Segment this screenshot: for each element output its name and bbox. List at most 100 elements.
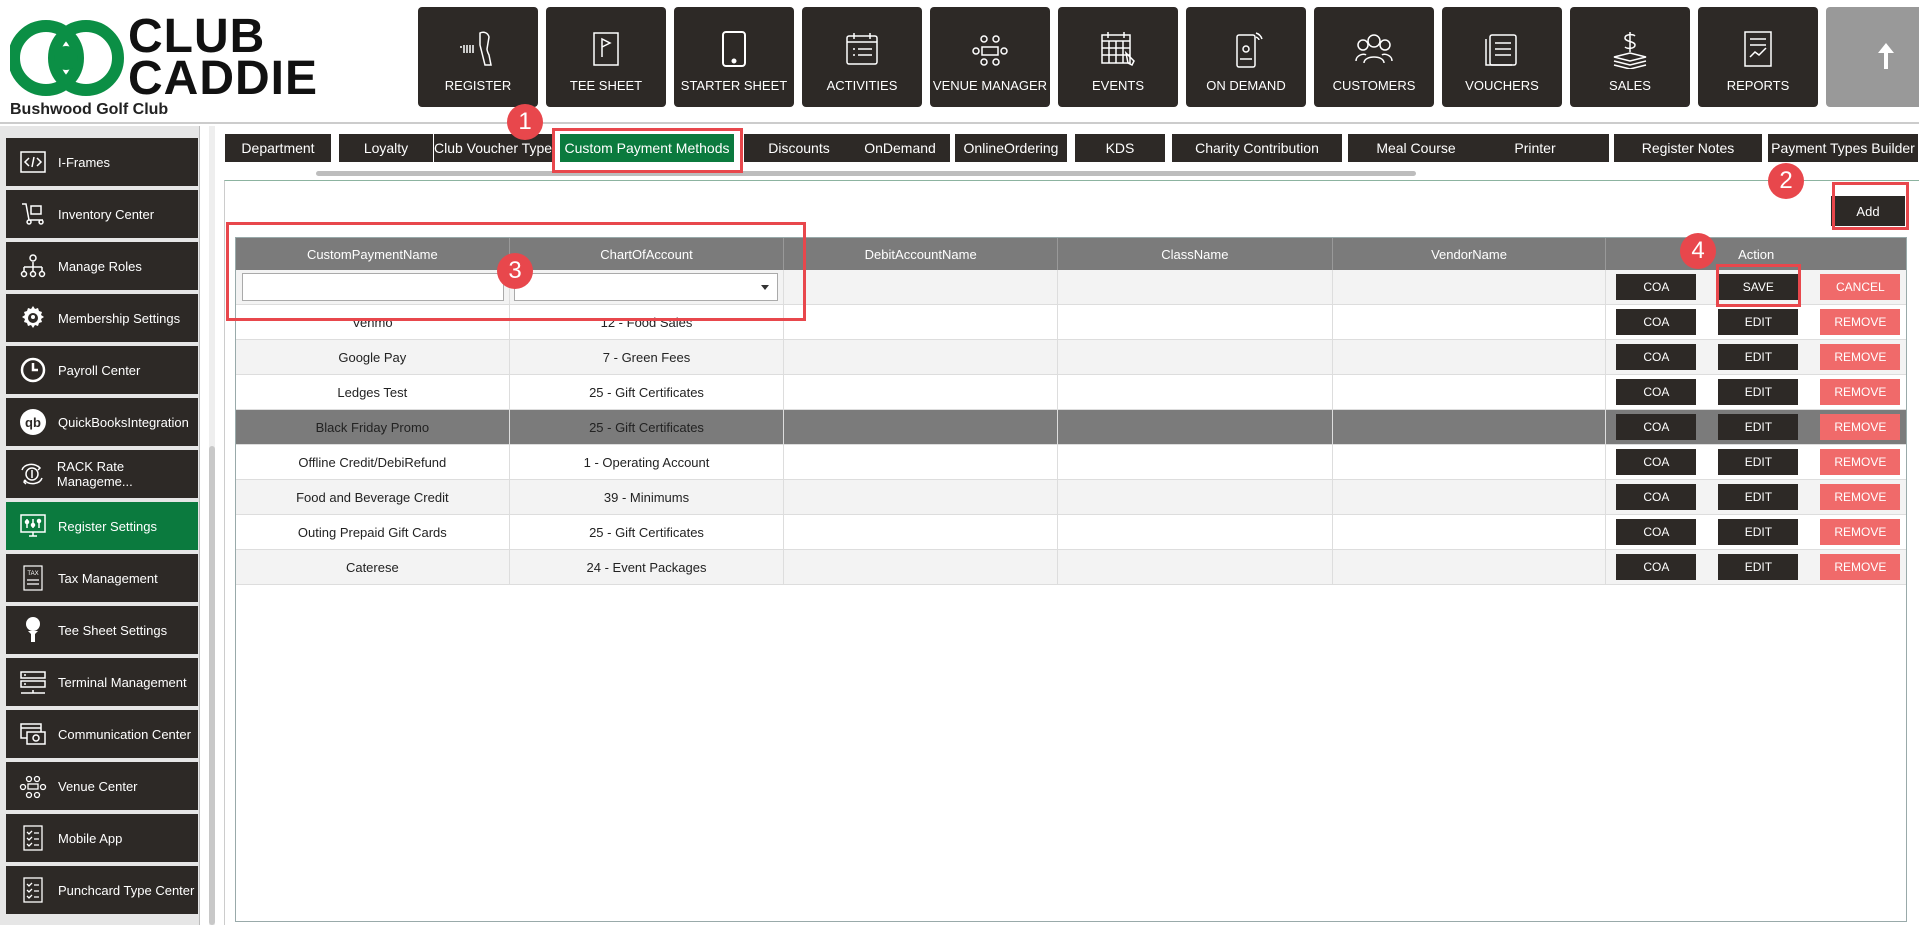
coa-button[interactable]: COA <box>1616 414 1697 440</box>
table-row[interactable]: Venmo 12 - Food Sales COA EDIT REMOVE <box>236 305 1906 340</box>
svg-text:qb: qb <box>25 415 41 430</box>
vendor-name-cell <box>1333 305 1607 339</box>
remove-button[interactable]: REMOVE <box>1820 309 1901 335</box>
sidebar-scrollbar[interactable] <box>209 446 215 925</box>
nav-sales-button[interactable]: SALES <box>1570 7 1690 107</box>
edit-button[interactable]: EDIT <box>1718 519 1799 545</box>
club-caddie-logo[interactable]: CLUB CADDIE <box>10 13 320 104</box>
edit-button[interactable]: EDIT <box>1718 309 1799 335</box>
remove-button[interactable]: REMOVE <box>1820 449 1901 475</box>
table-row[interactable]: Google Pay 7 - Green Fees COA EDIT REMOV… <box>236 340 1906 375</box>
coa-button[interactable]: COA <box>1616 554 1697 580</box>
coa-button[interactable]: COA <box>1616 484 1697 510</box>
table-row[interactable]: Food and Beverage Credit 39 - Minimums C… <box>236 480 1906 515</box>
nav-events-button[interactable]: EVENTS <box>1058 7 1178 107</box>
remove-button[interactable]: REMOVE <box>1820 379 1901 405</box>
nav-activities-button[interactable]: ACTIVITIES <box>802 7 922 107</box>
chart-of-account-select[interactable] <box>513 273 778 301</box>
tab-charity-contribution[interactable]: Charity Contribution <box>1172 134 1342 162</box>
remove-button[interactable]: REMOVE <box>1820 519 1901 545</box>
new-payment-row: COA SAVE CANCEL <box>236 270 1906 305</box>
column-header[interactable]: VendorName <box>1333 238 1607 270</box>
class-name-cell <box>1058 550 1333 584</box>
sidebar-item-iframes[interactable]: I-Frames <box>6 138 198 188</box>
coa-button[interactable]: COA <box>1616 379 1697 405</box>
nav-reports-button[interactable]: REPORTS <box>1698 7 1818 107</box>
edit-button[interactable]: EDIT <box>1718 484 1799 510</box>
edit-button[interactable]: EDIT <box>1718 414 1799 440</box>
custom-payment-name-input[interactable] <box>242 273 504 301</box>
vouchers-icon <box>1485 34 1517 66</box>
tab-department[interactable]: Department <box>225 134 331 162</box>
coa-button[interactable]: COA <box>1616 519 1697 545</box>
nav-vouchers-button[interactable]: VOUCHERS <box>1442 7 1562 107</box>
tab-loyalty[interactable]: Loyalty <box>339 134 433 162</box>
tab-custom-payment-methods[interactable]: Custom Payment Methods <box>560 134 734 162</box>
sidebar-item-mobile-app[interactable]: Mobile App <box>6 814 198 864</box>
sidebar-item-manage-roles[interactable]: Manage Roles <box>6 242 198 292</box>
sidebar-item-payroll-center[interactable]: Payroll Center <box>6 346 198 396</box>
table-row[interactable]: Ledges Test 25 - Gift Certificates COA E… <box>236 375 1906 410</box>
table-row[interactable]: Caterese 24 - Event Packages COA EDIT RE… <box>236 550 1906 585</box>
nav-starter-sheet-button[interactable]: STARTER SHEET <box>674 7 794 107</box>
sidebar-item-communication-center[interactable]: Communication Center <box>6 710 198 760</box>
tab-onlineordering[interactable]: OnlineOrdering <box>955 134 1067 162</box>
coa-button[interactable]: COA <box>1616 309 1697 335</box>
sidebar-item-tax-management[interactable]: TAX Tax Management <box>6 554 198 604</box>
column-header[interactable]: DebitAccountName <box>784 238 1059 270</box>
column-header[interactable]: ClassName <box>1058 238 1333 270</box>
remove-button[interactable]: REMOVE <box>1820 554 1901 580</box>
sidebar-item-label: Tax Management <box>58 570 158 586</box>
save-button[interactable]: SAVE <box>1718 274 1799 300</box>
sidebar-item-venue-center[interactable]: Venue Center <box>6 762 198 812</box>
table-row[interactable]: Outing Prepaid Gift Cards 25 - Gift Cert… <box>236 515 1906 550</box>
remove-button[interactable]: REMOVE <box>1820 414 1901 440</box>
tab-kds[interactable]: KDS <box>1075 134 1165 162</box>
scroll-up-button[interactable] <box>1826 7 1919 107</box>
sidebar-item-inventory-center[interactable]: Inventory Center <box>6 190 198 240</box>
tab-bar-scrollbar[interactable] <box>316 171 1416 176</box>
nav-label: REGISTER <box>444 78 512 93</box>
top-navigation: REGISTER TEE SHEET STARTER SHEET ACTIVIT… <box>418 7 1919 107</box>
column-header[interactable]: CustomPaymentName <box>236 238 510 270</box>
sidebar-item-label: RACK Rate Manageme... <box>56 459 133 489</box>
account-cell: 7 - Green Fees <box>510 340 785 374</box>
tab-discounts[interactable]: Discounts <box>744 134 854 162</box>
tab-payment-types-builder[interactable]: Payment Types Builder <box>1768 134 1918 162</box>
tab-register-notes[interactable]: Register Notes <box>1614 134 1762 162</box>
nav-on-demand-button[interactable]: ON DEMAND <box>1186 7 1306 107</box>
remove-button[interactable]: REMOVE <box>1820 484 1901 510</box>
add-button[interactable]: Add <box>1831 196 1905 226</box>
edit-button[interactable]: EDIT <box>1718 554 1799 580</box>
edit-button[interactable]: EDIT <box>1718 449 1799 475</box>
coa-button[interactable]: COA <box>1616 274 1697 300</box>
edit-button[interactable]: EDIT <box>1718 379 1799 405</box>
nav-tee-sheet-button[interactable]: TEE SHEET <box>546 7 666 107</box>
nav-register-button[interactable]: REGISTER <box>418 7 538 107</box>
cancel-button[interactable]: CANCEL <box>1820 274 1901 300</box>
sidebar-item-quickbooks[interactable]: qb QuickBooksIntegration <box>6 398 198 448</box>
vendor-name-cell <box>1333 550 1607 584</box>
sidebar-item-membership-settings[interactable]: Membership Settings <box>6 294 198 344</box>
sidebar-item-tee-sheet-settings[interactable]: Tee Sheet Settings <box>6 606 198 656</box>
sidebar-item-rack-rate[interactable]: RACK Rate Manageme... <box>6 450 198 500</box>
column-header: Action <box>1738 246 1775 262</box>
sidebar-item-terminal-management[interactable]: Terminal Management <box>6 658 198 708</box>
nav-customers-button[interactable]: CUSTOMERS <box>1314 7 1434 107</box>
coa-button[interactable]: COA <box>1616 344 1697 370</box>
vendor-name-cell <box>1333 445 1607 479</box>
tab-ondemand[interactable]: OnDemand <box>850 134 950 162</box>
coa-button[interactable]: COA <box>1616 449 1697 475</box>
edit-button[interactable]: EDIT <box>1718 344 1799 370</box>
remove-button[interactable]: REMOVE <box>1820 344 1901 370</box>
sidebar-item-register-settings[interactable]: Register Settings <box>6 502 198 552</box>
table-row[interactable]: Offline Credit/DebiRefund 1 - Operating … <box>236 445 1906 480</box>
nav-venue-manager-button[interactable]: VENUE MANAGER <box>930 7 1050 107</box>
sidebar-item-punchcard-type-center[interactable]: Punchcard Type Center <box>6 866 198 916</box>
table-row-selected[interactable]: Black Friday Promo 25 - Gift Certificate… <box>236 410 1906 445</box>
row-actions: COA EDIT REMOVE <box>1606 375 1906 409</box>
tab-club-voucher-type[interactable]: Club Voucher Type <box>434 134 552 162</box>
name-cell: Offline Credit/DebiRefund <box>236 445 510 479</box>
column-header[interactable]: ChartOfAccount <box>510 238 785 270</box>
tab-printer[interactable]: Printer <box>1461 134 1609 162</box>
